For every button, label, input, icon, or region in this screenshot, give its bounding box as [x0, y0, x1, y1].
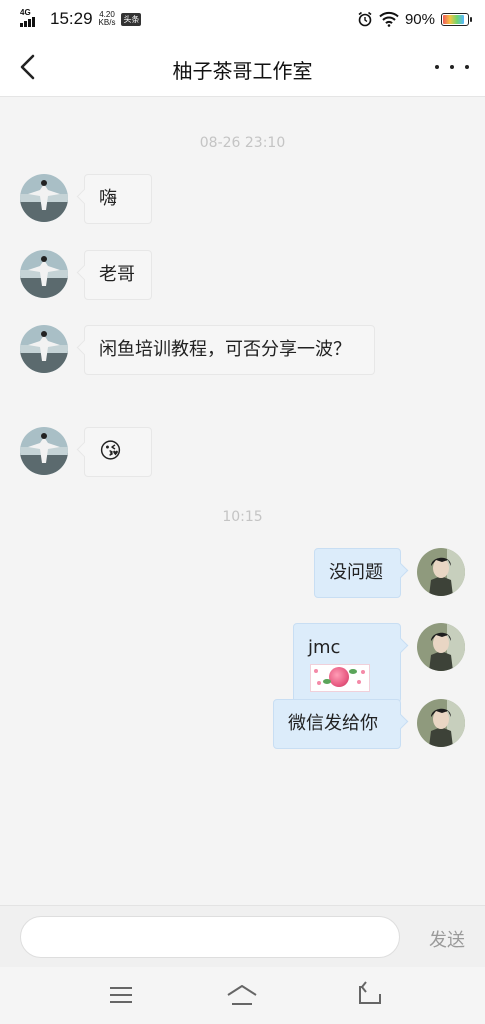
home-icon[interactable]: [222, 979, 262, 1011]
chat-header: 柚子茶哥工作室: [0, 38, 485, 97]
message-outgoing: 没问题: [0, 548, 485, 600]
status-time: 15:29: [50, 9, 93, 28]
cellular-signal-icon: 4G: [20, 9, 44, 29]
contact-avatar[interactable]: [20, 250, 68, 298]
more-horizontal-icon[interactable]: [435, 52, 469, 82]
message-incoming: 闲鱼培训教程，可否分享一波？: [0, 325, 485, 401]
wifi-icon: [379, 11, 399, 27]
message-incoming: 老哥: [0, 250, 485, 302]
message-bubble[interactable]: 嗨: [84, 174, 152, 224]
emoji-message[interactable]: 😘: [84, 427, 152, 477]
network-type: 4G: [20, 8, 31, 17]
my-avatar[interactable]: [417, 623, 465, 671]
message-composer: 发送: [0, 905, 485, 968]
contact-avatar[interactable]: [20, 174, 68, 222]
chat-title: 柚子茶哥工作室: [172, 59, 313, 83]
message-input[interactable]: [20, 916, 400, 958]
message-bubble[interactable]: 微信发给你: [273, 699, 401, 749]
system-navigation-bar: [0, 967, 485, 1024]
message-outgoing: 微信发给你: [0, 699, 485, 751]
contact-avatar[interactable]: [20, 325, 68, 373]
send-button[interactable]: 发送: [429, 926, 465, 952]
contact-avatar[interactable]: [20, 427, 68, 475]
message-bubble[interactable]: jmc: [293, 623, 401, 703]
network-speed: 4.20 KB/s: [99, 11, 116, 27]
message-bubble[interactable]: 老哥: [84, 250, 152, 300]
battery-percent: 90%: [404, 10, 435, 28]
status-bar: 4G 15:29 4.20 KB/s 头条 90%: [0, 0, 485, 38]
chat-messages[interactable]: 08-26 23:10 嗨 老哥 闲鱼培训教程，可否分享一波？ 😘 10:15 …: [0, 97, 485, 905]
message-text: jmc: [308, 637, 341, 658]
my-avatar[interactable]: [417, 699, 465, 747]
rose-sticker-icon: [310, 664, 370, 692]
message-bubble[interactable]: 没问题: [314, 548, 401, 598]
network-speed-unit: KB/s: [98, 18, 116, 27]
message-incoming: 嗨: [0, 174, 485, 226]
back-arrow-icon[interactable]: [350, 979, 390, 1011]
alarm-clock-icon: [358, 11, 372, 27]
message-outgoing: jmc: [0, 623, 485, 703]
menu-icon[interactable]: [101, 979, 141, 1011]
my-avatar[interactable]: [417, 548, 465, 596]
message-bubble[interactable]: 闲鱼培训教程，可否分享一波？: [84, 325, 375, 375]
battery-icon: [441, 12, 472, 26]
app-notification-badge: 头条: [121, 12, 142, 26]
message-incoming: 😘: [0, 427, 485, 479]
timestamp: 10:15: [222, 509, 263, 525]
timestamp: 08-26 23:10: [199, 135, 286, 151]
